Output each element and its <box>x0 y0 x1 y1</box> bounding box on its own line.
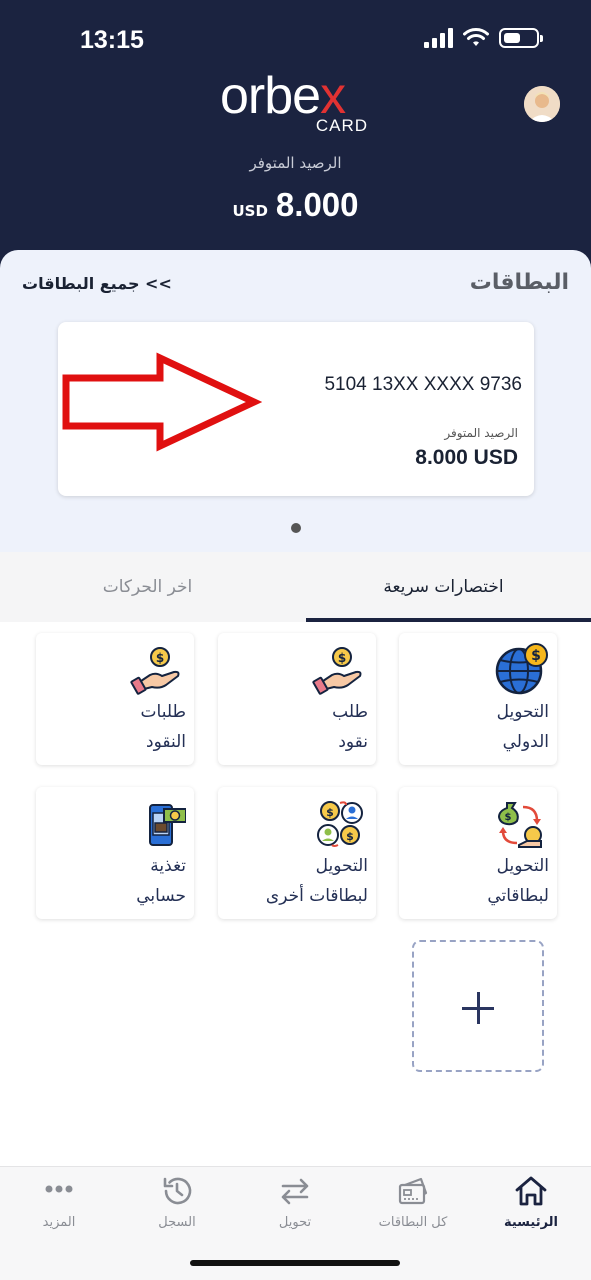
svg-text:$: $ <box>326 806 334 819</box>
hand-coin-icon: $ <box>130 647 180 695</box>
svg-text:$: $ <box>156 651 164 665</box>
shortcut-label: التحويل الدولي <box>496 702 549 752</box>
svg-text:$: $ <box>346 830 354 843</box>
shortcut-label: طلبات النقود <box>140 702 186 752</box>
shortcut-label: التحويل لبطاقاتي <box>487 856 549 906</box>
hand-coin-icon: $ <box>312 647 362 695</box>
balance-amount: 8.000 <box>275 186 359 223</box>
shortcut-request-money[interactable]: $ طلب نقود <box>218 633 376 765</box>
nav-label: المزيد <box>42 1215 76 1230</box>
shortcut-label: تغذية حسابي <box>136 856 186 906</box>
shortcut-top-up-account[interactable]: تغذية حسابي <box>36 787 194 919</box>
nav-label: كل البطاقات <box>378 1215 448 1230</box>
nav-transfer[interactable]: تحويل <box>240 1167 350 1247</box>
home-icon <box>515 1176 547 1206</box>
nav-all-cards[interactable]: كل البطاقات <box>358 1167 468 1247</box>
card-number: 5104 13XX XXXX 9736 <box>324 374 522 395</box>
shortcut-label: التحويل لبطاقات أخرى <box>265 856 368 906</box>
balance-currency: USD <box>232 202 268 220</box>
home-indicator <box>190 1260 400 1266</box>
nav-history[interactable]: السجل <box>122 1167 232 1247</box>
balance-display: USD 8.000 <box>0 186 591 224</box>
cards-title: البطاقات <box>469 270 569 295</box>
header: 13:15 orbex CARD الرصيد المتوفر USD 8.00… <box>0 0 591 290</box>
shortcut-international-transfer[interactable]: $ التحويل الدولي <box>399 633 557 765</box>
add-shortcut-button[interactable] <box>412 940 544 1072</box>
battery-icon <box>499 28 543 48</box>
payment-card[interactable]: 5104 13XX XXXX 9736 الرصيد المتوفر 8.000… <box>58 322 534 496</box>
svg-text:$: $ <box>338 651 346 665</box>
globe-dollar-icon: $ <box>495 643 548 695</box>
svg-text:$: $ <box>531 648 541 664</box>
cards-icon <box>398 1177 428 1205</box>
shortcut-transfer-my-cards[interactable]: $ التحويل لبطاقاتي <box>399 787 557 919</box>
transfer-arrows-icon <box>281 1178 309 1205</box>
history-icon <box>163 1177 192 1205</box>
red-arrow-annotation <box>62 352 262 452</box>
status-time: 13:15 <box>80 26 144 54</box>
active-tab-indicator <box>306 618 591 622</box>
card-balance-label: الرصيد المتوفر <box>444 426 518 440</box>
shortcut-transfer-other-cards[interactable]: $ $ التحويل لبطاقات أخرى <box>218 787 376 919</box>
shortcut-money-requests[interactable]: $ طلبات النقود <box>36 633 194 765</box>
tab-quick-shortcuts[interactable]: اختصارات سريعة <box>296 552 591 622</box>
all-cards-link[interactable]: جميع البطاقات << <box>22 274 172 293</box>
tab-bar: اختصارات سريعة اخر الحركات <box>0 552 591 622</box>
money-bag-transfer-icon: $ <box>497 802 542 848</box>
svg-text:$: $ <box>505 812 512 823</box>
more-dots-icon <box>45 1185 73 1193</box>
cards-section: البطاقات جميع البطاقات << 5104 13XX XXXX… <box>0 250 591 560</box>
carousel-dot[interactable] <box>291 523 301 533</box>
nav-label: السجل <box>158 1215 196 1230</box>
balance-label: الرصيد المتوفر <box>249 154 342 172</box>
orbex-card-logo: orbex CARD <box>220 67 368 135</box>
user-avatar-icon <box>524 86 560 122</box>
wallet-topup-icon <box>149 804 186 846</box>
nav-label: الرئيسية <box>503 1215 559 1230</box>
nav-home[interactable]: الرئيسية <box>476 1167 586 1247</box>
avatar[interactable] <box>524 86 560 122</box>
nav-label: تحويل <box>278 1215 312 1230</box>
wifi-icon <box>463 28 489 46</box>
shortcut-label: طلب نقود <box>332 702 368 752</box>
people-transfer-icon: $ $ <box>317 801 363 847</box>
card-balance: 8.000 USD <box>415 446 518 469</box>
status-icons <box>424 28 543 48</box>
tab-recent-transactions[interactable]: اخر الحركات <box>0 552 295 622</box>
nav-more[interactable]: المزيد <box>4 1167 114 1247</box>
signal-icon <box>424 28 453 48</box>
